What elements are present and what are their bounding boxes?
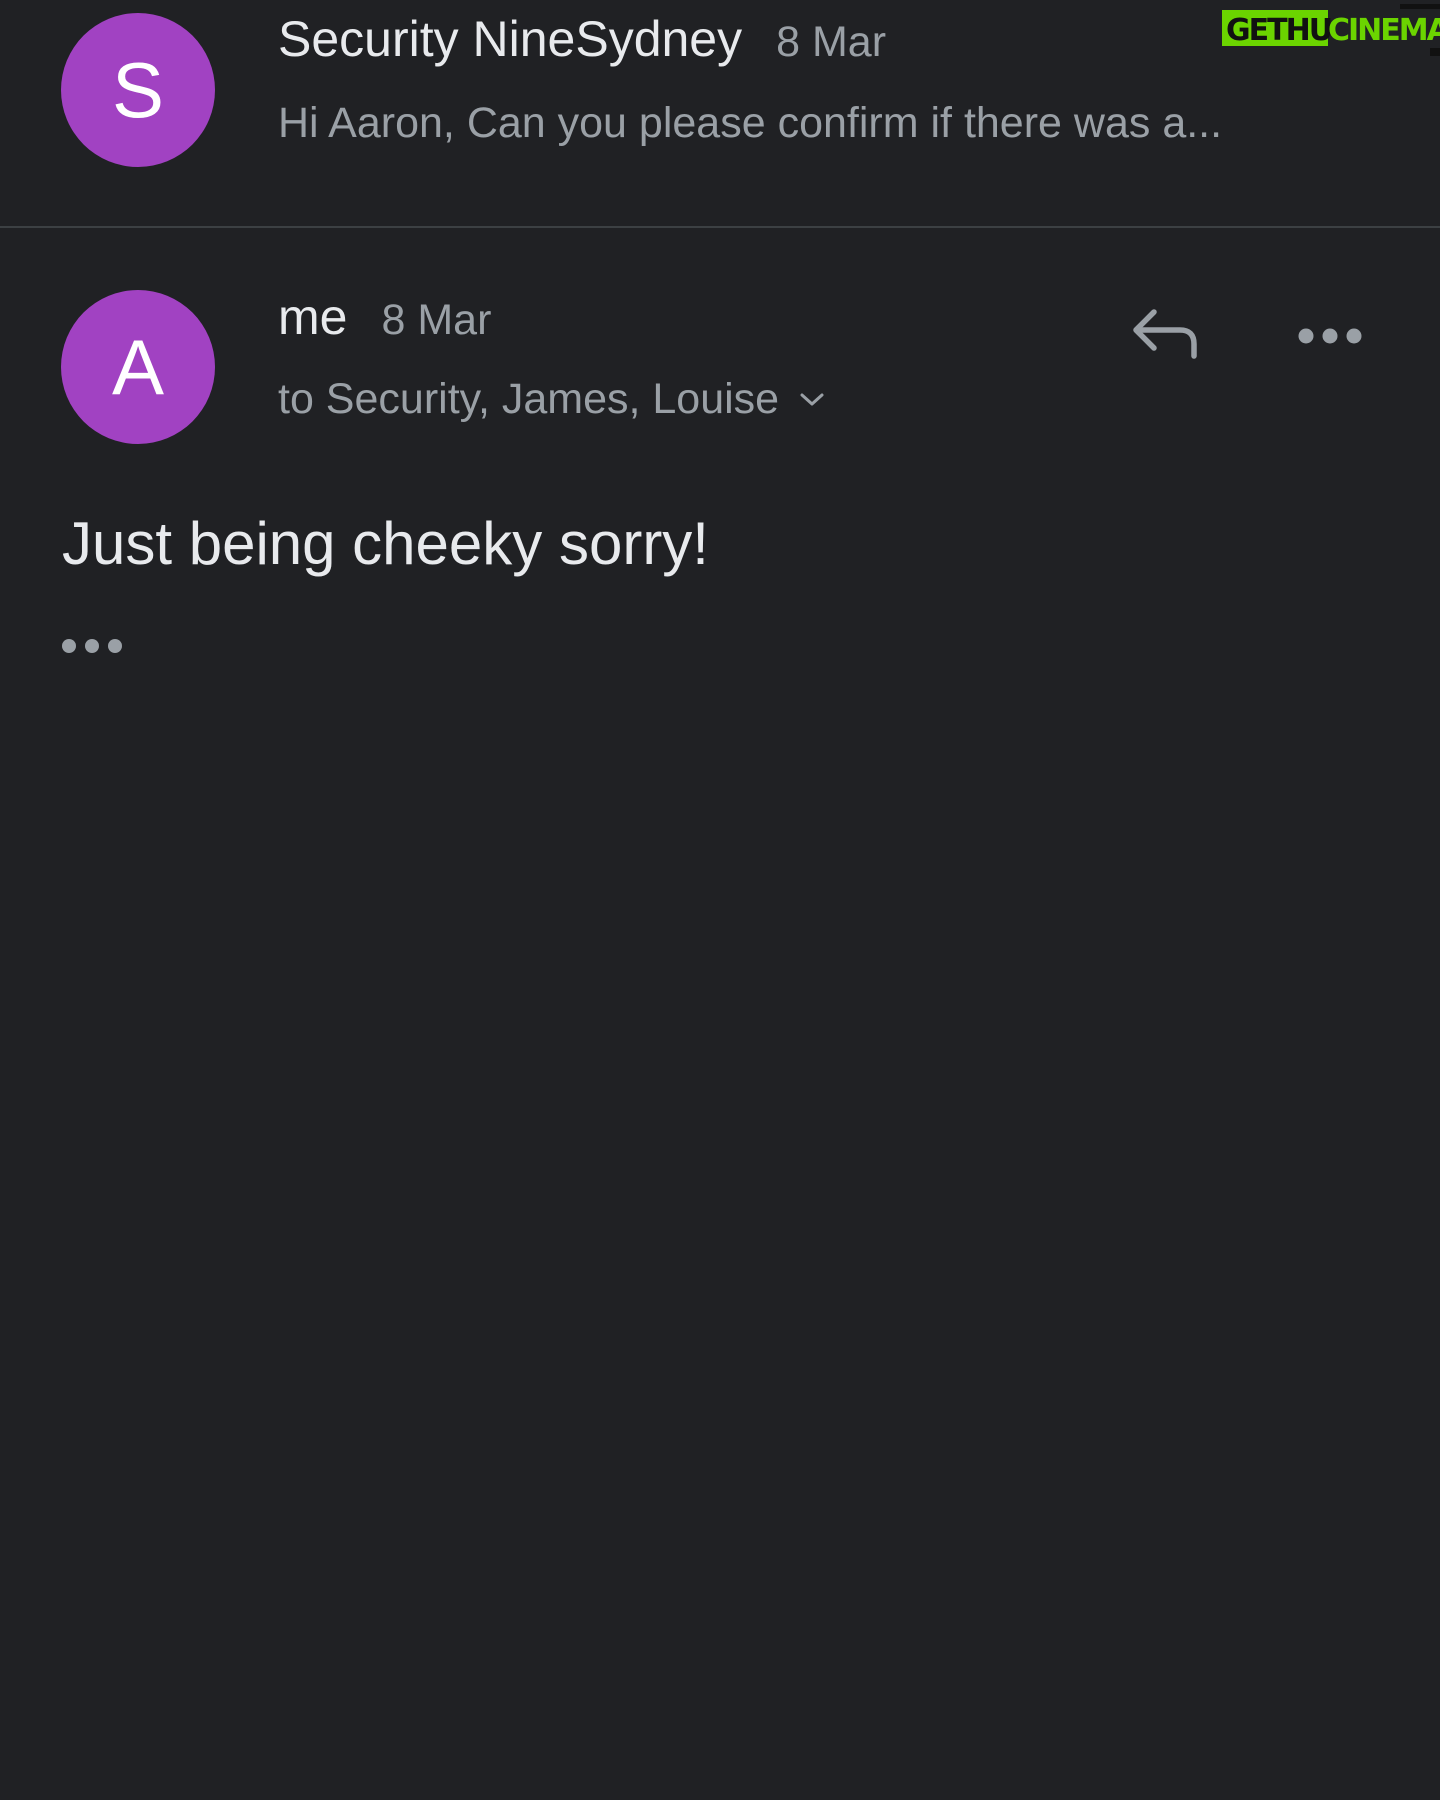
more-options-button[interactable] [1290,308,1370,368]
email-thread-screen: S Security NineSydney 8 Mar Hi Aaron, Ca… [0,0,1440,1800]
avatar-letter: S [111,46,165,134]
message-snippet: Hi Aaron, Can you please confirm if ther… [278,99,1223,147]
reply-button[interactable] [1124,300,1204,370]
recipients-text: to Security, James, Louise [278,375,780,423]
avatar[interactable]: A [61,290,215,444]
sender-line: Security NineSydney 8 Mar [278,10,886,68]
more-options-icon [1297,326,1363,350]
avatar: S [61,13,215,167]
svg-text:GETHU: GETHU [1226,13,1331,48]
chevron-down-icon [797,385,827,415]
show-trimmed-content-button[interactable] [60,630,140,666]
sender-name: me [278,289,348,345]
message-body: Just being cheeky sorry! [62,510,709,577]
recipients-toggle[interactable]: to Security, James, Louise [278,375,827,424]
avatar-letter: A [111,323,165,411]
svg-text:CINEMA: CINEMA [1328,13,1440,48]
watermark-logo: GETHU CINEMA [1222,4,1440,56]
sender-name: Security NineSydney [278,11,743,67]
sender-line: me 8 Mar [278,288,491,346]
message-date: 8 Mar [381,296,492,344]
expanded-message: A me 8 Mar to Security, James, Louise [0,228,1440,728]
message-date: 8 Mar [776,18,887,66]
trimmed-content-icon [60,636,126,660]
reply-icon [1128,304,1200,366]
